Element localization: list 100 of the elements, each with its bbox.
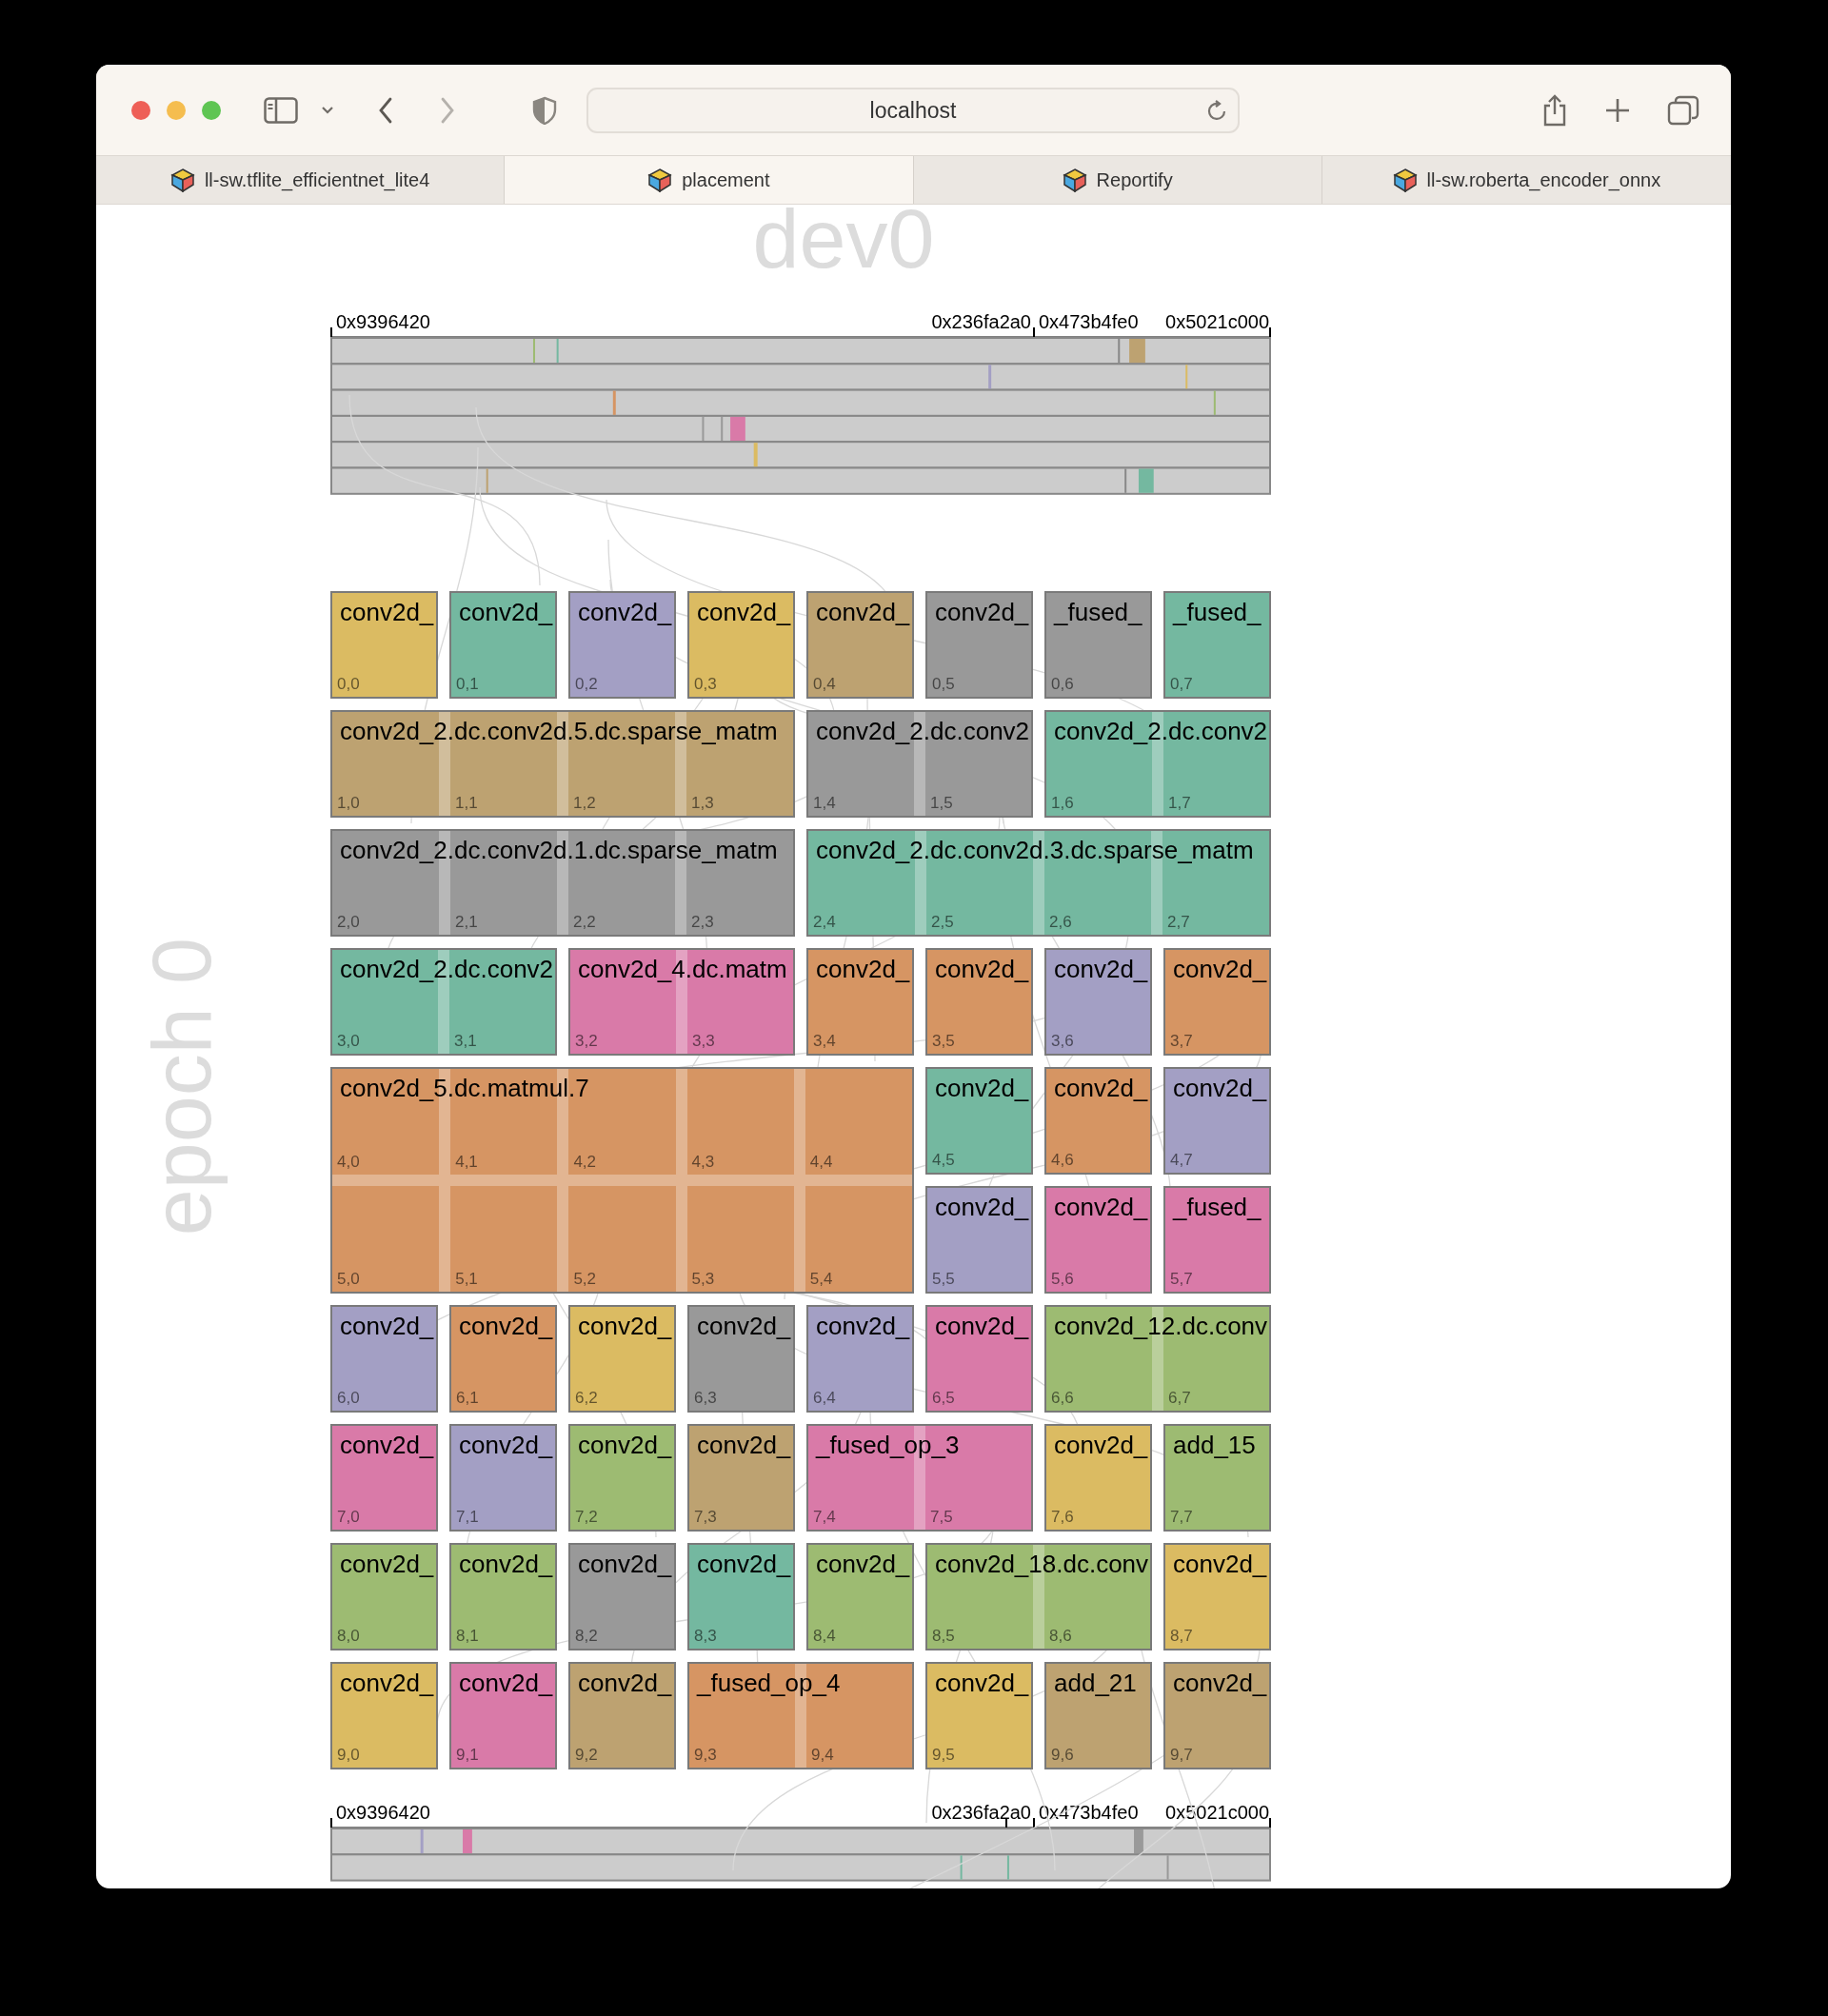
tab-title: Reportify xyxy=(1096,168,1173,191)
op-block[interactable]: 7,4 7,5 _fused_op_3 xyxy=(806,1423,1033,1532)
op-block[interactable]: 6,0 conv2d_ xyxy=(330,1304,438,1413)
op-block[interactable]: 1,0 1,1 1,2 1,3 conv2d_2.dc.conv2d.5.dc.sparse_matm xyxy=(330,709,795,818)
op-block[interactable]: 5,5 conv2d_ xyxy=(925,1185,1033,1294)
op-block[interactable]: 8,1 conv2d_ xyxy=(449,1542,557,1650)
op-block[interactable]: 4,6 conv2d_ xyxy=(1044,1066,1152,1175)
op-block[interactable]: 9,3 9,4 _fused_op_4 xyxy=(687,1661,914,1769)
op-block[interactable]: 0,4 conv2d_ xyxy=(806,590,914,699)
op-name: conv2d_ xyxy=(340,1310,434,1341)
op-block[interactable]: 2,0 2,1 2,2 2,3 conv2d_2.dc.conv2d.1.dc.sparse_matm xyxy=(330,828,795,937)
browser-tab[interactable]: placement xyxy=(505,156,914,204)
op-block[interactable]: 3,6 conv2d_ xyxy=(1044,947,1152,1056)
cell-index: 0,0 xyxy=(337,674,360,694)
op-name: conv2d_ xyxy=(816,1548,910,1579)
cell-index: 3,2 xyxy=(575,1031,598,1051)
address-label: 0x9396420 xyxy=(336,311,430,332)
cell-index: 2,0 xyxy=(337,912,360,932)
op-block[interactable]: 6,2 conv2d_ xyxy=(568,1304,676,1413)
address-field[interactable]: localhost xyxy=(586,88,1240,133)
op-name: conv2d_ xyxy=(459,1667,553,1698)
op-block[interactable]: 0,2 conv2d_ xyxy=(568,590,676,699)
op-block[interactable]: 3,2 3,3 conv2d_4.dc.matm xyxy=(568,947,795,1056)
cell-index: 3,4 xyxy=(813,1031,836,1051)
op-block[interactable]: 9,1 conv2d_ xyxy=(449,1661,557,1769)
shield-icon[interactable] xyxy=(532,95,557,125)
op-block[interactable]: 3,5 conv2d_ xyxy=(925,947,1033,1056)
op-block[interactable]: 3,7 conv2d_ xyxy=(1163,947,1271,1056)
op-block[interactable]: 8,3 conv2d_ xyxy=(687,1542,795,1650)
op-block[interactable]: 1,4 1,5 conv2d_2.dc.conv2 xyxy=(806,709,1033,818)
sidebar-icon[interactable] xyxy=(264,96,298,124)
op-block[interactable]: 9,5 conv2d_ xyxy=(925,1661,1033,1769)
op-block[interactable]: 9,7 conv2d_ xyxy=(1163,1661,1271,1769)
cell-index: 4,1 xyxy=(455,1152,478,1172)
plus-icon[interactable] xyxy=(1605,97,1630,123)
op-block[interactable]: 7,7 add_15 xyxy=(1163,1423,1271,1532)
op-block[interactable]: 0,1 conv2d_ xyxy=(449,590,557,699)
op-name: conv2d_ xyxy=(459,1548,553,1579)
op-block[interactable]: 0,0 conv2d_ xyxy=(330,590,438,699)
app-logo-icon xyxy=(169,168,195,192)
close-button[interactable] xyxy=(131,100,150,120)
cell-index: 9,1 xyxy=(456,1745,479,1765)
op-block[interactable]: 0,6 _fused_ xyxy=(1044,590,1152,699)
op-block[interactable]: 9,2 conv2d_ xyxy=(568,1661,676,1769)
op-block[interactable]: 8,0 conv2d_ xyxy=(330,1542,438,1650)
cell-index: 1,3 xyxy=(691,793,714,813)
op-block[interactable]: 6,6 6,7 conv2d_12.dc.conv xyxy=(1044,1304,1271,1413)
op-block[interactable]: 0,7 _fused_ xyxy=(1163,590,1271,699)
op-block[interactable]: 5,6 conv2d_ xyxy=(1044,1185,1152,1294)
op-block[interactable]: 6,4 conv2d_ xyxy=(806,1304,914,1413)
op-block[interactable]: 7,2 conv2d_ xyxy=(568,1423,676,1532)
cell-index: 7,0 xyxy=(337,1507,360,1527)
op-name: conv2d_4.dc.matm xyxy=(578,953,787,984)
reload-icon[interactable] xyxy=(1207,100,1228,123)
cell-index: 7,1 xyxy=(456,1507,479,1527)
cell-index: 5,7 xyxy=(1170,1269,1193,1289)
op-name: conv2d_2.dc.conv2 xyxy=(340,953,554,984)
cell-index: 4,4 xyxy=(809,1152,833,1172)
op-block[interactable]: 2,4 2,5 2,6 2,7 conv2d_2.dc.conv2d.3.dc.sparse_matm xyxy=(806,828,1271,937)
op-name: conv2d_ xyxy=(340,1429,434,1460)
cell-index: 0,2 xyxy=(575,674,598,694)
op-block[interactable]: 7,0 conv2d_ xyxy=(330,1423,438,1532)
cell-index: 6,3 xyxy=(694,1388,717,1408)
op-block[interactable]: 6,3 conv2d_ xyxy=(687,1304,795,1413)
cell-index: 4,0 xyxy=(337,1152,360,1172)
op-block[interactable]: 7,6 conv2d_ xyxy=(1044,1423,1152,1532)
cell-index: 6,4 xyxy=(813,1388,836,1408)
op-block[interactable]: 8,7 conv2d_ xyxy=(1163,1542,1271,1650)
op-block[interactable]: 4,5 conv2d_ xyxy=(925,1066,1033,1175)
cell-index: 1,7 xyxy=(1168,793,1191,813)
op-block[interactable]: 4,0 4,1 4,2 4,3 4,4 5,0 5,1 5,2 5,3 5,4 conv2d_5.dc.matmul.7 xyxy=(330,1066,914,1294)
op-block[interactable]: 1,6 1,7 conv2d_2.dc.conv2 xyxy=(1044,709,1271,818)
op-block[interactable]: 7,3 conv2d_ xyxy=(687,1423,795,1532)
op-name: conv2d_ xyxy=(935,1191,1029,1222)
tab-overview-icon[interactable] xyxy=(1667,94,1699,126)
op-block[interactable]: 0,5 conv2d_ xyxy=(925,590,1033,699)
op-name: _fused_ xyxy=(1173,596,1262,627)
op-name: _fused_ xyxy=(1173,1191,1262,1222)
op-block[interactable]: 9,0 conv2d_ xyxy=(330,1661,438,1769)
cell-index: 2,7 xyxy=(1167,912,1190,932)
op-block[interactable]: 3,0 3,1 conv2d_2.dc.conv2 xyxy=(330,947,557,1056)
op-block[interactable]: 4,7 conv2d_ xyxy=(1163,1066,1271,1175)
op-name: conv2d_ xyxy=(935,1667,1029,1698)
op-block[interactable]: 0,3 conv2d_ xyxy=(687,590,795,699)
share-icon[interactable] xyxy=(1541,93,1568,127)
op-name: conv2d_ xyxy=(340,1667,434,1698)
op-block[interactable]: 8,5 8,6 conv2d_18.dc.conv xyxy=(925,1542,1152,1650)
op-block[interactable]: 6,5 conv2d_ xyxy=(925,1304,1033,1413)
cell-index: 0,3 xyxy=(694,674,717,694)
back-button[interactable] xyxy=(378,96,393,124)
cell-index: 8,3 xyxy=(694,1626,717,1646)
op-block[interactable]: 8,2 conv2d_ xyxy=(568,1542,676,1650)
op-block[interactable]: 3,4 conv2d_ xyxy=(806,947,914,1056)
op-block[interactable]: 9,6 add_21 xyxy=(1044,1661,1152,1769)
op-block[interactable]: 5,7 _fused_ xyxy=(1163,1185,1271,1294)
op-block[interactable]: 6,1 conv2d_ xyxy=(449,1304,557,1413)
op-block[interactable]: 8,4 conv2d_ xyxy=(806,1542,914,1650)
op-block[interactable]: 7,1 conv2d_ xyxy=(449,1423,557,1532)
chevron-down-icon[interactable] xyxy=(321,105,334,115)
op-name: conv2d_ xyxy=(1054,953,1148,984)
